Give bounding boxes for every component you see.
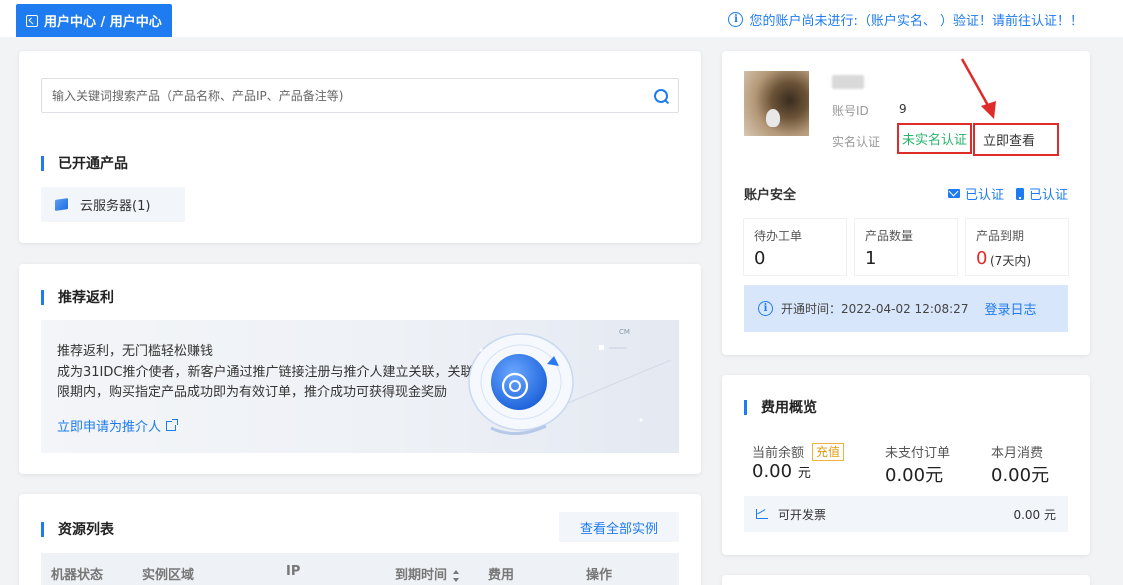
- product-item-cloud-server[interactable]: 云服务器(1): [41, 187, 185, 222]
- realname-label: 实名认证: [832, 135, 881, 149]
- realname-status: 未实名认证: [897, 123, 973, 154]
- phone-icon: [1015, 187, 1024, 200]
- username-redacted: [832, 75, 864, 89]
- column-header-expiry[interactable]: 到期时间: [395, 564, 460, 583]
- referral-banner: 推荐返利，无门槛轻松赚钱 成为31IDC推介使者，新客户通过推广链接注册与推介人…: [41, 320, 679, 453]
- account-id-label: 账号ID: [832, 104, 869, 118]
- chart-line-icon: [756, 509, 768, 519]
- products-card: 已开通产品 云服务器(1): [19, 51, 701, 243]
- annotation-arrow: [960, 58, 996, 119]
- invoice-label: 可开发票: [778, 507, 827, 522]
- search-input[interactable]: [52, 79, 632, 112]
- verification-notice[interactable]: i 您的账户尚未进行:（账户实名、 ）验证！请前往认证！！: [728, 10, 1083, 29]
- unpaid-orders-value[interactable]: 0.00元: [885, 461, 943, 487]
- breadcrumb: 用户中心 / 用户中心: [44, 15, 162, 30]
- section-title-products: 已开通产品: [41, 153, 128, 173]
- resource-table-header: 机器状态 实例区域 IP 到期时间 费用 操作: [41, 553, 679, 585]
- email-verified-badge[interactable]: 已认证: [947, 184, 1004, 203]
- product-item-label: 云服务器(1): [80, 199, 151, 214]
- external-link-icon: [166, 418, 179, 431]
- monthly-spend-label: 本月消费: [991, 446, 1044, 461]
- phone-verified-badge[interactable]: 已认证: [1015, 184, 1068, 203]
- stat-product-count[interactable]: 产品数量 1: [855, 219, 957, 275]
- art-caption: CM: [619, 328, 630, 336]
- stat-pending-tickets[interactable]: 待办工单 0: [744, 219, 846, 275]
- breadcrumb-tab[interactable]: 用户中心 / 用户中心: [16, 4, 172, 37]
- referral-card: 推荐返利 推荐返利，无门槛轻松赚钱 成为31IDC推介使者，新客户通过推广链接注…: [19, 264, 701, 474]
- verification-notice-text: 您的账户尚未进行:（账户实名、 ）验证！请前往认证！！: [749, 14, 1083, 29]
- view-all-instances-button[interactable]: 查看全部实例: [559, 512, 679, 542]
- section-title-resources: 资源列表: [41, 519, 114, 539]
- balance-value: 0.00 元: [752, 461, 811, 482]
- account-card: 账号ID 9 实名认证 未实名认证 立即查看 账户安全 已认证 已认证 待办工单…: [722, 51, 1090, 355]
- column-header-region[interactable]: 实例区域: [142, 564, 194, 583]
- balance-label: 当前余额: [752, 446, 805, 461]
- invoice-amount: 0.00 元: [1013, 507, 1056, 522]
- section-title-referral: 推荐返利: [41, 287, 114, 307]
- mail-icon: [947, 189, 960, 198]
- section-title-fees: 费用概览: [744, 397, 817, 417]
- search-box[interactable]: [41, 78, 679, 113]
- search-icon[interactable]: [654, 89, 668, 103]
- fees-card: 费用概览 当前余额 充值 0.00 元 未支付订单 0.00元 本月消费 0.0…: [722, 375, 1090, 555]
- info-icon: i: [728, 12, 744, 27]
- sort-icon[interactable]: [453, 569, 460, 582]
- resources-card: 资源列表 查看全部实例 机器状态 实例区域 IP 到期时间 费用 操作: [19, 494, 701, 585]
- referral-description: 成为31IDC推介使者，新客户通过推广链接注册与推介人建立关联，关联有限期内，购…: [57, 365, 487, 400]
- referral-illustration: CM: [468, 328, 672, 435]
- stat-expiring-products[interactable]: 产品到期 0 (7天内): [966, 219, 1068, 275]
- column-header-actions[interactable]: 操作: [586, 564, 612, 583]
- column-header-status[interactable]: 机器状态: [51, 564, 103, 583]
- open-time-text: 开通时间：2022-04-02 12:08:27: [781, 302, 969, 316]
- apply-referrer-link[interactable]: 立即申请为推介人: [57, 416, 179, 435]
- view-verification-button[interactable]: 立即查看: [973, 123, 1059, 156]
- login-log-link[interactable]: 登录日志: [984, 299, 1036, 318]
- column-header-cost[interactable]: 费用: [488, 564, 514, 583]
- open-time-bar: i 开通时间：2022-04-02 12:08:27 登录日志: [744, 285, 1068, 332]
- login-icon: [26, 14, 38, 27]
- bottom-right-card: [722, 575, 1090, 585]
- top-bar: 用户中心 / 用户中心 i 您的账户尚未进行:（账户实名、 ）验证！请前往认证！…: [0, 0, 1123, 37]
- account-id-value: 9: [899, 102, 907, 116]
- referral-headline: 推荐返利，无门槛轻松赚钱: [57, 344, 214, 359]
- column-header-ip[interactable]: IP: [286, 564, 300, 579]
- recharge-button[interactable]: 充值: [812, 443, 845, 461]
- invoice-bar[interactable]: 可开发票 0.00 元: [744, 496, 1068, 532]
- security-badges: 已认证 已认证: [947, 184, 1068, 203]
- unpaid-orders-label: 未支付订单: [885, 446, 951, 461]
- account-security-label: 账户安全: [744, 188, 797, 203]
- info-icon: i: [758, 301, 773, 316]
- cube-icon: [55, 198, 68, 211]
- avatar[interactable]: [744, 71, 809, 136]
- monthly-spend-value: 0.00元: [991, 465, 1050, 486]
